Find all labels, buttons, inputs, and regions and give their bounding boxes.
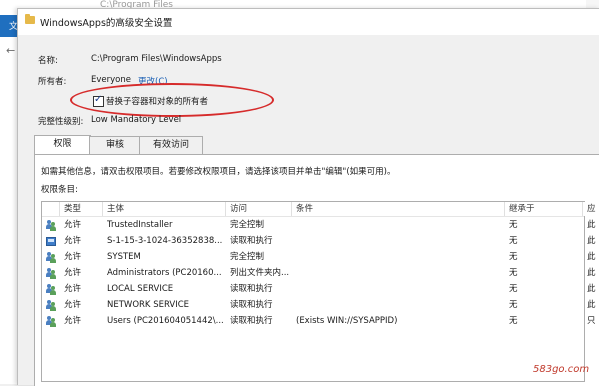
col-header-type[interactable]: 类型 [60, 202, 103, 216]
row-type: 允许 [64, 268, 82, 278]
col-header-access[interactable]: 访问 [226, 202, 292, 216]
table-row[interactable]: 允许 Administrators (PC20160... 列出文件夹内... … [42, 266, 596, 281]
row-access: 读取和执行 [230, 316, 273, 326]
site-watermark: 583go.com [533, 364, 590, 375]
owner-value: Everyone [91, 75, 131, 85]
row-type: 允许 [64, 316, 82, 326]
info-text: 如需其他信息，请双击权限项目。若要修改权限项目，请选择该项目并单击"编辑"(如果… [41, 167, 396, 177]
permissions-panel: 如需其他信息，请双击权限项目。若要修改权限项目，请选择该项目并单击"编辑"(如果… [34, 154, 599, 386]
permission-entries-list[interactable]: 类型 主体 访问 条件 继承于 应 允许 TrustedInstaller 完全… [41, 201, 599, 382]
table-row[interactable]: 允许 S-1-15-3-1024-36352838... 读取和执行 无 此 [42, 234, 596, 249]
row-access: 读取和执行 [230, 284, 273, 294]
owner-label: 所有者: [38, 77, 67, 87]
row-type: 允许 [64, 284, 82, 294]
col-header-principal[interactable]: 主体 [103, 202, 226, 216]
user-group-icon [46, 284, 56, 295]
table-row[interactable]: 允许 TrustedInstaller 完全控制 无 此 [42, 218, 596, 233]
table-row[interactable]: 允许 SYSTEM 完全控制 无 此 [42, 250, 596, 265]
annotation-ellipse [70, 83, 274, 117]
name-value: C:\Program Files\WindowsApps [91, 54, 222, 64]
tab-effective-access[interactable]: 有效访问 [139, 136, 203, 154]
row-condition: (Exists WIN://SYSAPPID) [296, 316, 398, 326]
row-principal: Administrators (PC20160... [107, 268, 222, 278]
row-applies: 此 [587, 220, 596, 230]
row-access: 读取和执行 [230, 236, 273, 246]
row-access: 读取和执行 [230, 300, 273, 310]
user-group-icon [46, 220, 56, 231]
row-inherited: 无 [509, 300, 518, 310]
sid-icon [46, 237, 56, 246]
name-label: 名称: [38, 56, 58, 66]
row-inherited: 无 [509, 316, 518, 326]
row-inherited: 无 [509, 220, 518, 230]
row-applies: 只 [587, 316, 596, 326]
table-row[interactable]: 允许 LOCAL SERVICE 读取和执行 无 此 [42, 282, 596, 297]
row-principal: SYSTEM [107, 252, 141, 262]
row-access: 完全控制 [230, 220, 265, 230]
row-inherited: 无 [509, 236, 518, 246]
row-principal: TrustedInstaller [107, 220, 173, 230]
row-principal: S-1-15-3-1024-36352838... [107, 236, 223, 246]
row-applies: 此 [587, 268, 596, 278]
col-header-icon [42, 202, 60, 216]
row-principal: NETWORK SERVICE [107, 300, 190, 310]
row-type: 允许 [64, 300, 82, 310]
row-inherited: 无 [509, 252, 518, 262]
advanced-security-dialog: WindowsApps的高级安全设置 名称: C:\Program Files\… [17, 8, 599, 386]
user-group-icon [46, 252, 56, 263]
row-principal: LOCAL SERVICE [107, 284, 174, 294]
row-access: 完全控制 [230, 252, 265, 262]
row-applies: 此 [587, 284, 596, 294]
table-row[interactable]: 允许 NETWORK SERVICE 读取和执行 无 此 [42, 298, 596, 313]
integrity-value: Low Mandatory Level [91, 115, 182, 125]
col-header-condition[interactable]: 条件 [292, 202, 505, 216]
integrity-label: 完整性级别: [38, 117, 84, 127]
user-group-icon [46, 300, 56, 311]
row-type: 允许 [64, 236, 82, 246]
row-applies: 此 [587, 236, 596, 246]
entries-label: 权限条目: [41, 185, 78, 195]
col-header-inherited[interactable]: 继承于 [505, 202, 583, 216]
tab-auditing[interactable]: 审核 [89, 136, 141, 154]
row-principal: Users (PC201604051442\... [107, 316, 224, 326]
tab-permissions[interactable]: 权限 [34, 135, 91, 155]
row-type: 允许 [64, 220, 82, 230]
folder-icon [25, 14, 35, 24]
row-inherited: 无 [509, 268, 518, 278]
table-row[interactable]: 允许 Users (PC201604051442\... 读取和执行 (Exis… [42, 314, 596, 329]
dialog-title: WindowsApps的高级安全设置 [40, 18, 173, 29]
user-group-icon [46, 316, 56, 327]
row-applies: 此 [587, 252, 596, 262]
row-type: 允许 [64, 252, 82, 262]
row-access: 列出文件夹内... [230, 268, 290, 278]
dialog-titlebar[interactable]: WindowsApps的高级安全设置 [18, 9, 599, 35]
row-inherited: 无 [509, 284, 518, 294]
col-header-applies[interactable]: 应 [583, 202, 599, 216]
header-divider [42, 216, 584, 217]
row-applies: 此 [587, 300, 596, 310]
back-arrow-icon[interactable]: ← [6, 44, 15, 57]
user-group-icon [46, 268, 56, 279]
